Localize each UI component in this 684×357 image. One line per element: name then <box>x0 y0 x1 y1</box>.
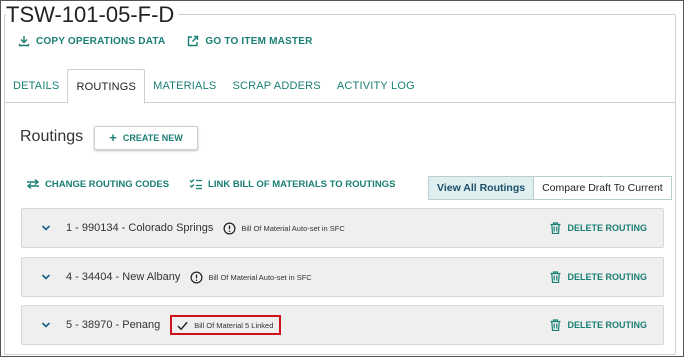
check-icon <box>177 321 188 330</box>
routing-name: 5 - 38970 - Penang <box>66 319 161 331</box>
link-bom-button[interactable]: LINK BILL OF MATERIALS TO ROUTINGS <box>189 178 395 190</box>
chevron-down-icon[interactable] <box>40 319 52 331</box>
create-new-label: CREATE NEW <box>122 133 183 143</box>
routing-row[interactable]: 1 - 990134 - Colorado Springs Bill Of Ma… <box>21 208 664 248</box>
routing-row[interactable]: 5 - 38970 - Penang Bill Of Material 5 Li… <box>21 305 664 345</box>
chevron-down-icon[interactable] <box>40 222 52 234</box>
routing-status-text: Bill Of Material 5 Linked <box>194 320 274 330</box>
change-routing-codes-button[interactable]: CHANGE ROUTING CODES <box>26 178 169 190</box>
routing-status: Bill Of Material Auto-set in SFC <box>223 222 345 235</box>
compare-draft-button[interactable]: Compare Draft To Current <box>534 176 672 200</box>
routing-row[interactable]: 4 - 34404 - New Albany Bill Of Material … <box>21 257 664 297</box>
routing-status-text: Bill Of Material Auto-set in SFC <box>208 272 312 282</box>
delete-routing-button[interactable]: DELETE ROUTING <box>550 319 647 331</box>
routing-status: Bill Of Material Auto-set in SFC <box>190 271 312 284</box>
routing-status-highlighted: Bill Of Material 5 Linked <box>170 315 282 335</box>
go-to-item-master-label: GO TO ITEM MASTER <box>205 35 313 47</box>
tab-materials[interactable]: MATERIALS <box>145 69 224 102</box>
trash-icon <box>550 222 561 234</box>
link-bom-label: LINK BILL OF MATERIALS TO ROUTINGS <box>208 178 396 190</box>
routing-actions: CHANGE ROUTING CODES LINK BILL OF MATERI… <box>26 178 395 190</box>
delete-routing-label: DELETE ROUTING <box>567 223 647 233</box>
delete-routing-label: DELETE ROUTING <box>567 320 647 330</box>
download-icon <box>18 36 30 47</box>
plus-icon: + <box>109 130 117 145</box>
tab-scrap-adders[interactable]: SCRAP ADDERS <box>224 69 328 102</box>
checklist-icon <box>189 179 203 190</box>
routing-status-text: Bill Of Material Auto-set in SFC <box>241 223 345 233</box>
view-toggle: View All Routings Compare Draft To Curre… <box>428 176 672 200</box>
chevron-down-icon[interactable] <box>40 271 52 283</box>
copy-operations-data-label: COPY OPERATIONS DATA <box>36 35 166 47</box>
tab-activity-log[interactable]: ACTIVITY LOG <box>329 69 423 102</box>
delete-routing-label: DELETE ROUTING <box>567 272 647 282</box>
tab-routings[interactable]: ROUTINGS <box>67 69 146 104</box>
page-title: TSW-101-05-F-D <box>6 3 179 27</box>
change-routing-codes-label: CHANGE ROUTING CODES <box>45 178 170 190</box>
external-link-icon <box>188 35 199 47</box>
routing-name: 1 - 990134 - Colorado Springs <box>66 222 214 234</box>
create-new-button[interactable]: + CREATE NEW <box>94 126 198 150</box>
tab-bar: DETAILS ROUTINGS MATERIALS SCRAP ADDERS … <box>5 69 675 104</box>
routings-heading: Routings <box>20 128 84 145</box>
alert-circle-icon <box>190 271 203 283</box>
copy-operations-data-button[interactable]: COPY OPERATIONS DATA <box>18 35 165 47</box>
delete-routing-button[interactable]: DELETE ROUTING <box>550 271 647 283</box>
toolbar: COPY OPERATIONS DATA GO TO ITEM MASTER <box>18 35 313 47</box>
trash-icon <box>550 271 561 283</box>
delete-routing-button[interactable]: DELETE ROUTING <box>550 222 647 234</box>
alert-circle-icon <box>223 222 236 234</box>
view-all-routings-button[interactable]: View All Routings <box>428 176 535 200</box>
trash-icon <box>550 319 561 331</box>
swap-arrows-icon <box>26 178 40 190</box>
tab-details[interactable]: DETAILS <box>5 69 67 102</box>
go-to-item-master-button[interactable]: GO TO ITEM MASTER <box>187 35 312 47</box>
routing-name: 4 - 34404 - New Albany <box>66 271 181 283</box>
